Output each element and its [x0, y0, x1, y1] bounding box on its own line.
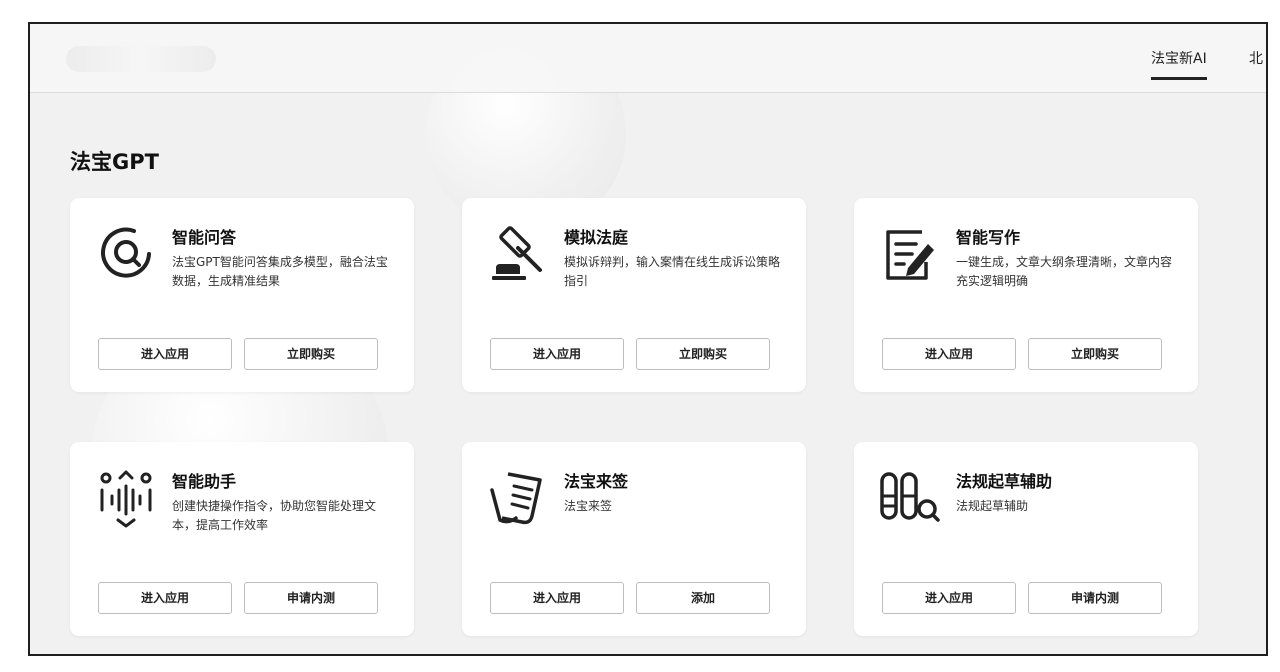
enter-app-button[interactable]: 进入应用 — [490, 338, 624, 370]
section-title: 法宝GPT — [70, 150, 159, 174]
app-card-fabao-sign: 法宝来签 法宝来签 进入应用 添加 — [462, 442, 806, 636]
add-button[interactable]: 添加 — [636, 582, 770, 614]
card-title: 模拟法庭 — [564, 228, 629, 247]
voice-assistant-icon — [94, 466, 158, 530]
app-card-smart-writing: 智能写作 一键生成，文章大纲条理清晰，文章内容充实逻辑明确 进入应用 立即购买 — [854, 198, 1198, 392]
app-window: 法宝新AI 北 法宝GPT 智能问答 法宝GPT智能问答集成多模型，融合法宝数据… — [28, 22, 1268, 656]
apply-beta-button[interactable]: 申请内测 — [244, 582, 378, 614]
gavel-icon — [486, 222, 550, 286]
nav-tab-fabao-ai[interactable]: 法宝新AI — [1151, 48, 1207, 80]
card-description: 一键生成，文章大纲条理清晰，文章内容充实逻辑明确 — [956, 255, 1173, 288]
card-title: 法宝来签 — [564, 472, 629, 491]
scroll-list-icon — [486, 466, 550, 530]
enter-app-button[interactable]: 进入应用 — [98, 582, 232, 614]
card-description: 创建快捷操作指令，协助您智能处理文本，提高工作效率 — [172, 499, 377, 532]
app-card-smart-qa: 智能问答 法宝GPT智能问答集成多模型，融合法宝数据，生成精准结果 进入应用 立… — [70, 198, 414, 392]
top-nav-bar: 法宝新AI 北 — [30, 24, 1266, 93]
card-description: 法宝GPT智能问答集成多模型，融合法宝数据，生成精准结果 — [172, 255, 388, 288]
enter-app-button[interactable]: 进入应用 — [882, 582, 1016, 614]
enter-app-button[interactable]: 进入应用 — [98, 338, 232, 370]
card-title: 智能助手 — [172, 472, 237, 491]
logo — [66, 46, 216, 72]
card-description: 模拟诉辩判，输入案情在线生成诉讼策略指引 — [564, 255, 781, 288]
buy-now-button[interactable]: 立即购买 — [244, 338, 378, 370]
nav-tab-bei[interactable]: 北 — [1249, 48, 1263, 68]
card-description: 法规起草辅助 — [956, 499, 1029, 513]
app-card-smart-assistant: 智能助手 创建快捷操作指令，协助您智能处理文本，提高工作效率 进入应用 申请内测 — [70, 442, 414, 636]
enter-app-button[interactable]: 进入应用 — [882, 338, 1016, 370]
app-card-regulation-drafting: 法规起草辅助 法规起草辅助 进入应用 申请内测 — [854, 442, 1198, 636]
card-title: 法规起草辅助 — [956, 472, 1053, 491]
buy-now-button[interactable]: 立即购买 — [1028, 338, 1162, 370]
enter-app-button[interactable]: 进入应用 — [490, 582, 624, 614]
edit-document-icon — [878, 222, 942, 286]
card-description: 法宝来签 — [564, 499, 613, 513]
apply-beta-button[interactable]: 申请内测 — [1028, 582, 1162, 614]
card-title: 智能写作 — [956, 228, 1021, 247]
draft-search-icon — [878, 466, 942, 530]
app-card-mock-court: 模拟法庭 模拟诉辩判，输入案情在线生成诉讼策略指引 进入应用 立即购买 — [462, 198, 806, 392]
card-title: 智能问答 — [172, 228, 237, 247]
search-icon — [94, 222, 158, 286]
buy-now-button[interactable]: 立即购买 — [636, 338, 770, 370]
